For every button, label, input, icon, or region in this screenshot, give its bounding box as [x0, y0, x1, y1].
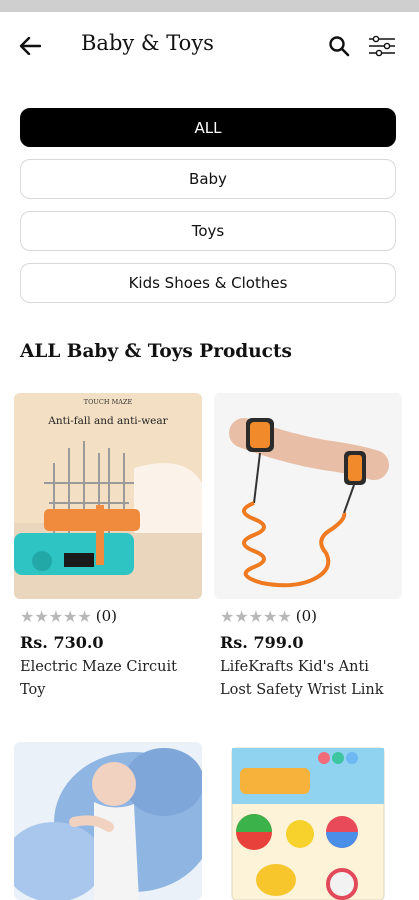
sliders-icon: [369, 35, 395, 57]
rating: ★★★★★ (0): [20, 606, 202, 626]
product-image[interactable]: [14, 742, 202, 900]
rating-count: (0): [295, 607, 317, 625]
status-bar: [0, 0, 419, 12]
star-rating-icon: ★★★★★: [220, 606, 292, 626]
image-caption: Anti-fall and anti-wear: [48, 415, 168, 427]
product-name[interactable]: Electric Maze Circuit Toy: [20, 656, 202, 702]
product-price: Rs. 799.0: [220, 633, 304, 652]
arrow-left-icon: [19, 37, 41, 55]
product-card[interactable]: ★★★★★ (0) Rs. 799.0 LifeKrafts Kid's Ant…: [214, 393, 402, 702]
section-title: ALL Baby & Toys Products: [20, 341, 292, 362]
star-rating-icon: ★★★★★: [20, 606, 92, 626]
chip-toys[interactable]: Toys: [20, 211, 396, 251]
product-image[interactable]: TOUCH MAZE Anti-fall and anti-wear: [14, 393, 202, 599]
filter-button[interactable]: [364, 31, 400, 61]
chip-all[interactable]: ALL: [20, 108, 396, 147]
rating-count: (0): [95, 607, 117, 625]
chip-kids-shoes-clothes[interactable]: Kids Shoes & Clothes: [20, 263, 396, 303]
chip-baby[interactable]: Baby: [20, 159, 396, 199]
page-title: Baby & Toys: [81, 31, 214, 55]
product-card[interactable]: TOUCH MAZE Anti-fall and anti-wear ★★★★★…: [14, 393, 202, 702]
image-caption-top: TOUCH MAZE: [83, 398, 133, 406]
back-button[interactable]: [14, 32, 46, 60]
product-card[interactable]: [214, 742, 402, 900]
product-price: Rs. 730.0: [20, 633, 104, 652]
category-chips: ALL Baby Toys Kids Shoes & Clothes: [20, 108, 396, 315]
app-header: Baby & Toys: [0, 12, 419, 80]
product-image[interactable]: [214, 742, 402, 900]
product-name[interactable]: LifeKrafts Kid's Anti Lost Safety Wrist …: [220, 656, 402, 702]
search-button[interactable]: [324, 31, 354, 61]
search-icon: [329, 36, 350, 57]
product-card[interactable]: [14, 742, 202, 900]
product-image[interactable]: [214, 393, 402, 599]
rating: ★★★★★ (0): [220, 606, 402, 626]
